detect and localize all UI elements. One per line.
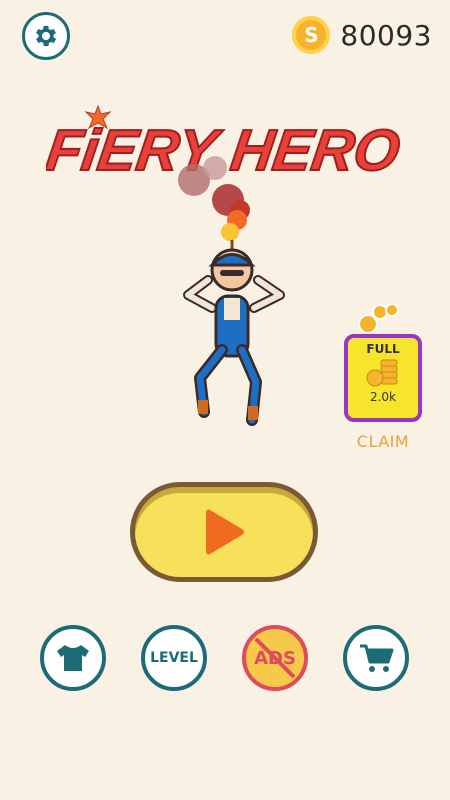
coin-icon: S xyxy=(292,16,331,54)
coin-count: 80093 xyxy=(340,18,432,52)
play-icon xyxy=(206,509,244,555)
hero-character xyxy=(178,156,285,426)
offer-amount: 2.0k xyxy=(369,390,397,404)
shop-button[interactable] xyxy=(343,625,409,691)
offer-full-label: FULL xyxy=(366,342,400,356)
no-ads-icon xyxy=(254,637,296,679)
play-button[interactable] xyxy=(130,482,318,582)
settings-button[interactable] xyxy=(22,12,70,60)
level-button[interactable]: LEVEL xyxy=(141,625,207,691)
claim-button[interactable]: CLAIM xyxy=(344,432,422,451)
skins-button[interactable] xyxy=(40,625,106,691)
coin-stack-icon xyxy=(366,359,398,387)
coin-symbol: S xyxy=(304,23,319,47)
shirt-icon xyxy=(57,645,89,671)
gear-icon xyxy=(35,25,57,47)
no-ads-button[interactable]: ADS xyxy=(242,625,308,691)
cart-icon xyxy=(360,644,394,672)
offer-card[interactable]: FULL 2.0k xyxy=(344,334,422,422)
level-label: LEVEL xyxy=(150,650,198,666)
coins-decoration-icon xyxy=(358,303,399,334)
coin-balance: S 80093 xyxy=(292,16,432,54)
